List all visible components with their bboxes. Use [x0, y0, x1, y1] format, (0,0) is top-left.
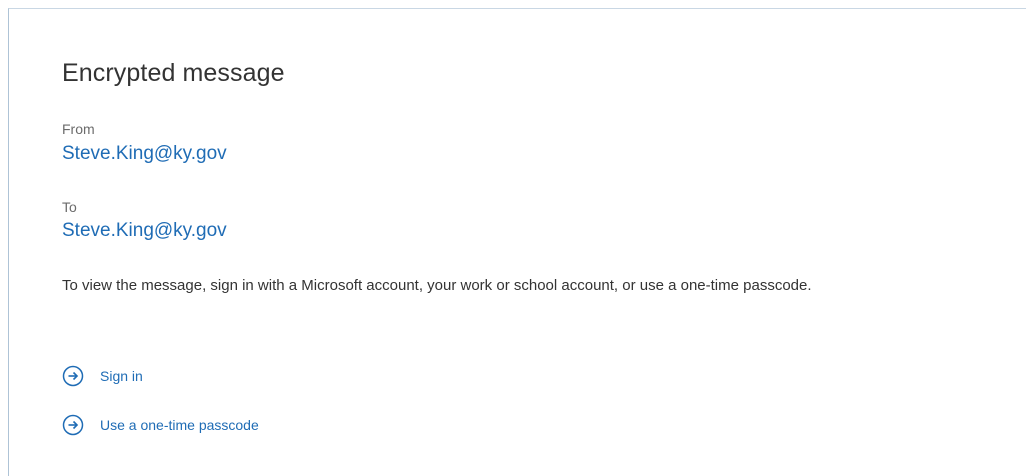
arrow-circle-right-icon [62, 414, 84, 436]
sign-in-link[interactable]: Sign in [62, 365, 143, 387]
one-time-passcode-label[interactable]: Use a one-time passcode [100, 417, 259, 433]
to-label: To [62, 199, 77, 215]
encrypted-message-panel: Encrypted message From Steve.King@ky.gov… [8, 8, 1026, 476]
arrow-circle-right-icon [62, 365, 84, 387]
sign-in-label[interactable]: Sign in [100, 368, 143, 384]
to-address-link[interactable]: Steve.King@ky.gov [62, 220, 227, 242]
one-time-passcode-link[interactable]: Use a one-time passcode [62, 414, 259, 436]
instructions-text: To view the message, sign in with a Micr… [62, 277, 812, 294]
from-address-link[interactable]: Steve.King@ky.gov [62, 143, 227, 165]
page-title: Encrypted message [62, 59, 285, 87]
from-label: From [62, 121, 95, 137]
